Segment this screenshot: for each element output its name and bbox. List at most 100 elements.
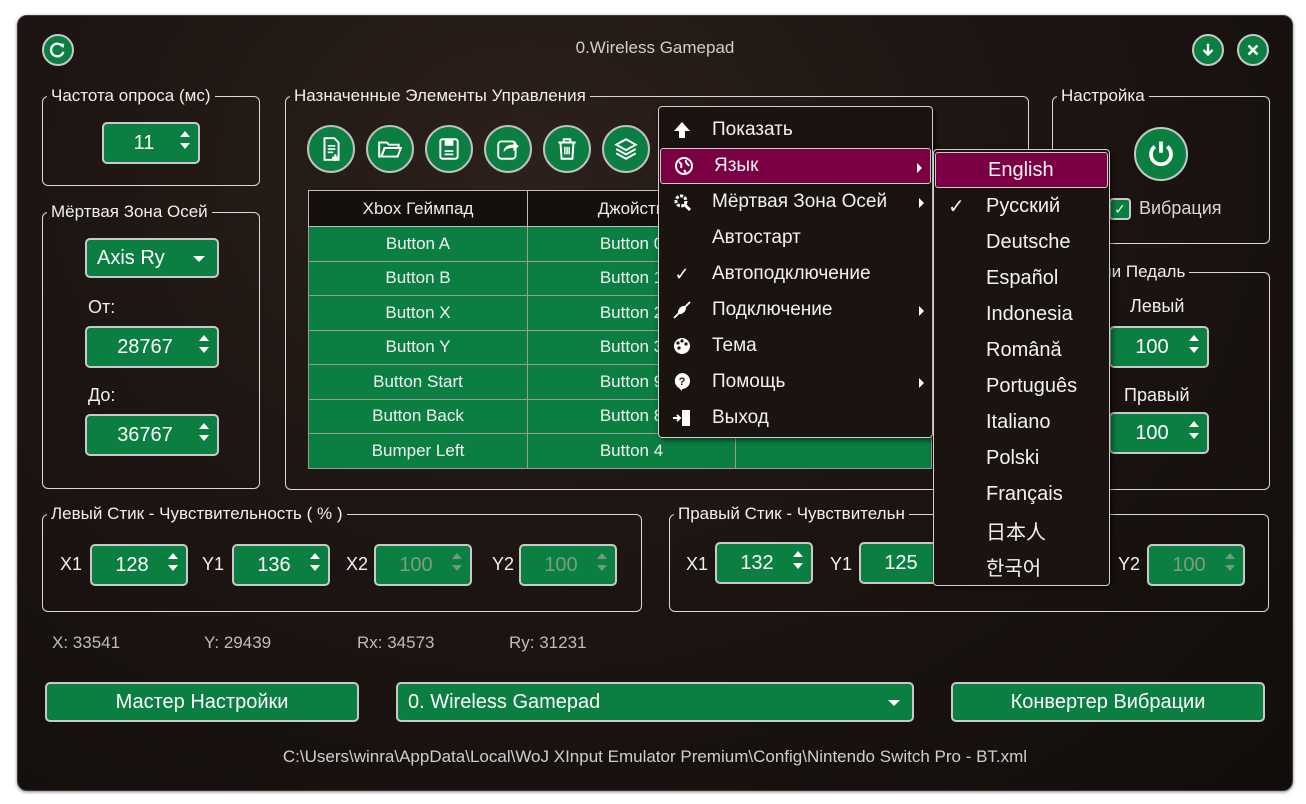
trigger-left-label: Левый: [1130, 296, 1185, 316]
power-button[interactable]: [1134, 127, 1188, 181]
xbox-cell[interactable]: Button X: [308, 295, 528, 331]
language-item[interactable]: Română: [934, 332, 1109, 368]
save-config-button[interactable]: [425, 125, 473, 173]
spin-down-arrow[interactable]: [310, 565, 320, 571]
menu-item-label: Выход: [712, 407, 769, 428]
left-x2-label: X2: [346, 554, 369, 574]
language-item[interactable]: English: [935, 152, 1108, 188]
menu-item-label: Мёртвая Зона Осей: [712, 191, 888, 212]
arrow-up-icon: [671, 119, 693, 141]
extra-cell[interactable]: [735, 433, 932, 469]
chevron-down-icon: [888, 700, 900, 706]
poll-rate-spinner[interactable]: 11: [102, 122, 200, 164]
spin-up-arrow[interactable]: [793, 551, 803, 557]
spin-down-arrow[interactable]: [1189, 433, 1199, 439]
menu-item-label: Автоподключение: [712, 263, 871, 284]
new-config-button[interactable]: [307, 125, 355, 173]
language-item[interactable]: 한국어: [934, 548, 1109, 584]
xbox-cell[interactable]: Bumper Left: [308, 433, 528, 469]
language-label: Русский: [986, 194, 1061, 217]
menu-item-autostart[interactable]: Автостарт: [659, 220, 932, 256]
language-label: Português: [986, 374, 1078, 397]
menu-item-help[interactable]: ? Помощь: [659, 364, 932, 400]
language-label: Română: [986, 338, 1062, 361]
delete-config-button[interactable]: [543, 125, 591, 173]
arrow-down-icon: [1202, 43, 1214, 57]
language-item[interactable]: Indonesia: [934, 296, 1109, 332]
deadzone-from-label: От:: [88, 297, 116, 317]
setup-wizard-button[interactable]: Мастер Настройки: [45, 682, 359, 722]
close-icon: [1247, 44, 1259, 56]
spin-down-arrow[interactable]: [793, 563, 803, 569]
menu-item-connection[interactable]: Подключение: [659, 292, 932, 328]
spin-up-arrow[interactable]: [1189, 421, 1199, 427]
left-stick-legend: Левый Стик - Чувствительность ( % ): [51, 504, 343, 523]
language-item[interactable]: Deutsche: [934, 224, 1109, 260]
left-y1-spinner[interactable]: 136: [232, 544, 330, 586]
context-menu: Показать Язык Мёртвая Зона Осей Автостар…: [658, 106, 933, 438]
column-header[interactable]: Xbox Геймпад: [308, 190, 528, 227]
language-item[interactable]: Português: [934, 368, 1109, 404]
menu-item-show[interactable]: Показать: [659, 112, 932, 148]
xbox-cell[interactable]: Button B: [308, 260, 528, 296]
language-label: Français: [986, 482, 1063, 505]
spin-down-arrow[interactable]: [1189, 347, 1199, 353]
menu-item-deadzone[interactable]: Мёртвая Зона Осей: [659, 184, 932, 220]
left-y1-label: Y1: [202, 554, 225, 574]
table-row[interactable]: Bumper Left Button 4: [308, 433, 932, 469]
menu-item-autoconnect[interactable]: ✓ Автоподключение: [659, 256, 932, 292]
open-config-button[interactable]: [366, 125, 414, 173]
spin-down-arrow[interactable]: [168, 565, 178, 571]
language-item[interactable]: 日本人: [934, 512, 1109, 548]
trigger-right-spinner[interactable]: 100: [1109, 412, 1209, 454]
export-config-button[interactable]: [484, 125, 532, 173]
spin-down-arrow[interactable]: [180, 143, 190, 149]
menu-item-theme[interactable]: Тема: [659, 328, 932, 364]
spin-up-arrow[interactable]: [199, 335, 209, 341]
device-select[interactable]: 0. Wireless Gamepad: [396, 682, 914, 722]
spin-up-arrow[interactable]: [168, 553, 178, 559]
language-submenu: English ✓ Русский Deutsche Español Indone…: [933, 149, 1110, 586]
xbox-cell[interactable]: Button A: [308, 226, 528, 262]
exit-door-icon: [671, 407, 693, 429]
submenu-arrow-icon: [919, 306, 924, 316]
layers-button[interactable]: [602, 125, 650, 173]
left-x1-spinner[interactable]: 128: [90, 544, 188, 586]
xbox-cell[interactable]: Button Back: [308, 398, 528, 434]
right-x1-spinner[interactable]: 132: [715, 542, 813, 584]
xbox-cell[interactable]: Button Start: [308, 364, 528, 400]
trigger-left-spinner[interactable]: 100: [1109, 326, 1209, 368]
deadzone-to-value[interactable]: 36767: [87, 424, 217, 447]
language-item[interactable]: Français: [934, 476, 1109, 512]
menu-item-exit[interactable]: Выход: [659, 400, 932, 436]
language-item[interactable]: ✓ Русский: [934, 188, 1109, 224]
spin-up-arrow[interactable]: [180, 131, 190, 137]
deadzone-from-value[interactable]: 28767: [87, 336, 217, 359]
vibration-converter-button[interactable]: Конвертер Вибрации: [951, 682, 1265, 722]
minimize-button[interactable]: [1192, 34, 1224, 66]
spin-up-arrow[interactable]: [310, 553, 320, 559]
language-item[interactable]: Italiano: [934, 404, 1109, 440]
joystick-cell[interactable]: Button 4: [527, 433, 736, 469]
language-item[interactable]: Polski: [934, 440, 1109, 476]
spin-down-arrow[interactable]: [199, 435, 209, 441]
vibration-checkbox[interactable]: ✓: [1109, 198, 1131, 220]
axis-select[interactable]: Axis Ry: [85, 238, 219, 278]
menu-item-language[interactable]: Язык: [660, 148, 931, 184]
language-item[interactable]: Español: [934, 260, 1109, 296]
deadzone-to-spinner[interactable]: 36767: [85, 414, 219, 456]
palette-icon: [671, 335, 693, 357]
spin-up-arrow[interactable]: [1189, 335, 1199, 341]
spin-up-arrow: [597, 553, 607, 559]
left-y2-spinner: 100: [519, 544, 617, 586]
vibration-label: Вибрация: [1139, 198, 1222, 218]
xbox-cell[interactable]: Button Y: [308, 329, 528, 365]
deadzone-legend: Мёртвая Зона Осей: [51, 202, 208, 221]
spin-up-arrow[interactable]: [199, 423, 209, 429]
device-select-value: 0. Wireless Gamepad: [408, 690, 601, 713]
spin-down-arrow[interactable]: [199, 347, 209, 353]
new-file-icon: [323, 137, 340, 161]
deadzone-from-spinner[interactable]: 28767: [85, 326, 219, 368]
spin-down-arrow: [452, 565, 462, 571]
close-button[interactable]: [1237, 34, 1269, 66]
